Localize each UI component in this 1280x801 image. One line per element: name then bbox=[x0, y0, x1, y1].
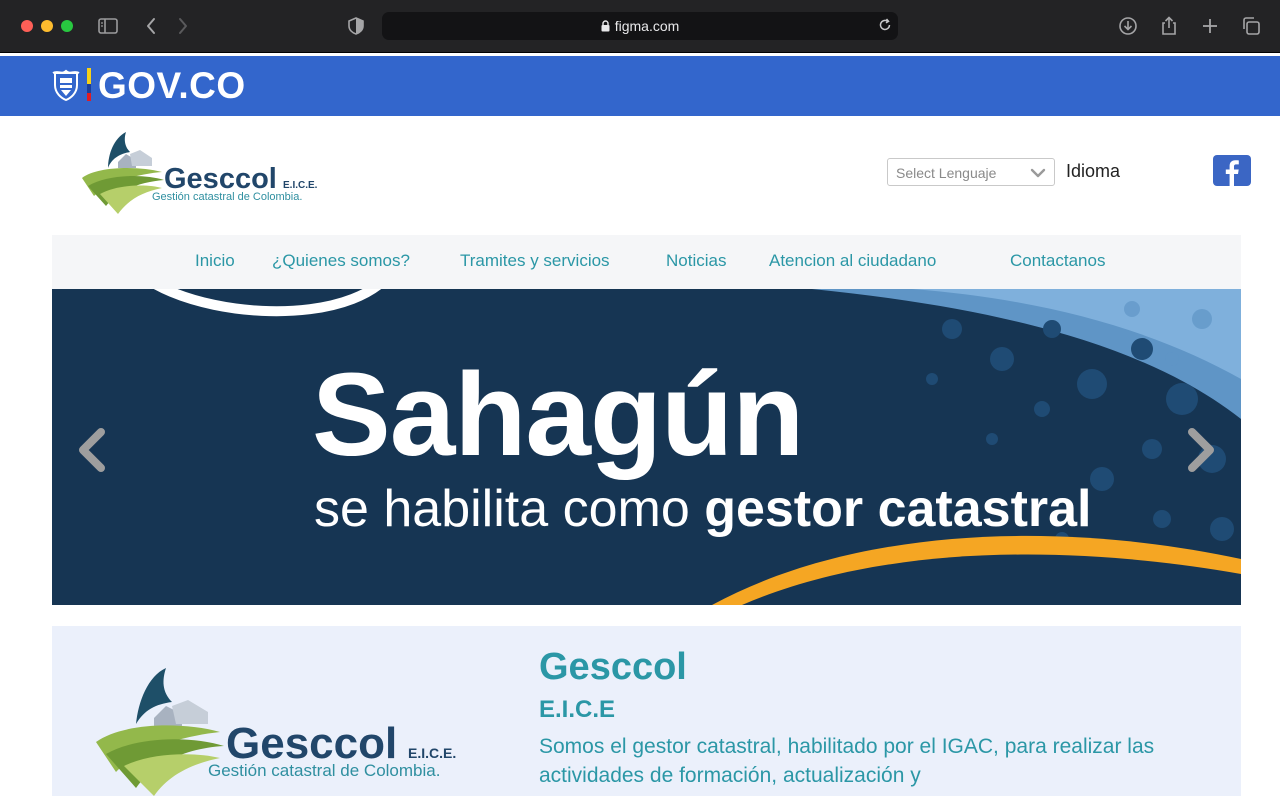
gesccol-logo[interactable]: Gesccol E.I.C.E. Gestión catastral de Co… bbox=[78, 128, 338, 220]
back-icon[interactable] bbox=[138, 13, 164, 39]
about-logo-tagline: Gestión catastral de Colombia. bbox=[208, 761, 440, 780]
tabs-icon[interactable] bbox=[1238, 13, 1264, 39]
hero-carousel: Sahagún se habilita como gestor catastra… bbox=[52, 289, 1241, 605]
nav-item-quienes-somos[interactable]: ¿Quienes somos? bbox=[272, 251, 410, 271]
hero-subtitle-bold: gestor catastral bbox=[704, 480, 1092, 538]
chevron-left-icon[interactable] bbox=[72, 425, 112, 475]
nav-item-contactanos[interactable]: Contactanos bbox=[1010, 251, 1105, 271]
gesccol-logo-large: Gesccol E.I.C.E. Gestión catastral de Co… bbox=[92, 666, 492, 796]
address-bar[interactable]: figma.com bbox=[382, 12, 898, 40]
about-section: Gesccol E.I.C.E. Gestión catastral de Co… bbox=[52, 626, 1241, 796]
logo-suffix-text: E.I.C.E. bbox=[283, 180, 318, 191]
lock-icon bbox=[601, 19, 610, 35]
browser-toolbar: figma.com bbox=[0, 0, 1280, 53]
sidebar-icon[interactable] bbox=[95, 13, 121, 39]
logo-tagline-text: Gestión catastral de Colombia. bbox=[152, 191, 302, 203]
main-navigation: Inicio ¿Quienes somos? Tramites y servic… bbox=[52, 235, 1241, 289]
language-select-placeholder: Select Lenguaje bbox=[896, 165, 997, 181]
nav-item-inicio[interactable]: Inicio bbox=[195, 251, 235, 271]
language-select[interactable]: Select Lenguaje bbox=[887, 158, 1055, 186]
url-text: figma.com bbox=[614, 18, 680, 34]
forward-icon[interactable] bbox=[170, 13, 196, 39]
about-logo-suffix: E.I.C.E. bbox=[408, 745, 456, 761]
gov-co-link[interactable]: GOV.CO bbox=[98, 65, 246, 107]
chevron-right-icon[interactable] bbox=[1181, 425, 1221, 475]
close-window-button[interactable] bbox=[21, 20, 33, 32]
language-label: Idioma bbox=[1066, 161, 1121, 181]
about-subtitle: E.I.C.E bbox=[539, 696, 616, 723]
minimize-window-button[interactable] bbox=[41, 20, 53, 32]
share-icon[interactable] bbox=[1156, 13, 1182, 39]
hero-title: Sahagún bbox=[312, 349, 804, 481]
chevron-down-icon bbox=[1030, 166, 1046, 184]
colombia-shield-icon[interactable] bbox=[52, 69, 80, 106]
gov-co-bar: GOV.CO bbox=[0, 56, 1280, 116]
maximize-window-button[interactable] bbox=[61, 20, 73, 32]
hero-subtitle-regular: se habilita como bbox=[314, 480, 705, 538]
colombia-flag-stripe bbox=[87, 68, 91, 101]
plus-icon[interactable] bbox=[1197, 13, 1223, 39]
reload-icon[interactable] bbox=[878, 18, 892, 37]
nav-item-tramites[interactable]: Tramites y servicios bbox=[460, 251, 610, 271]
nav-item-atencion[interactable]: Atencion al ciudadano bbox=[769, 251, 936, 271]
nav-item-noticias[interactable]: Noticias bbox=[666, 251, 726, 271]
shield-icon[interactable] bbox=[343, 13, 369, 39]
about-title: Gesccol bbox=[539, 646, 687, 688]
download-icon[interactable] bbox=[1115, 13, 1141, 39]
about-description: Somos el gestor catastral, habilitado po… bbox=[539, 735, 1155, 787]
hero-subtitle: se habilita como gestor catastral bbox=[314, 479, 1092, 539]
facebook-icon[interactable] bbox=[1213, 155, 1251, 186]
